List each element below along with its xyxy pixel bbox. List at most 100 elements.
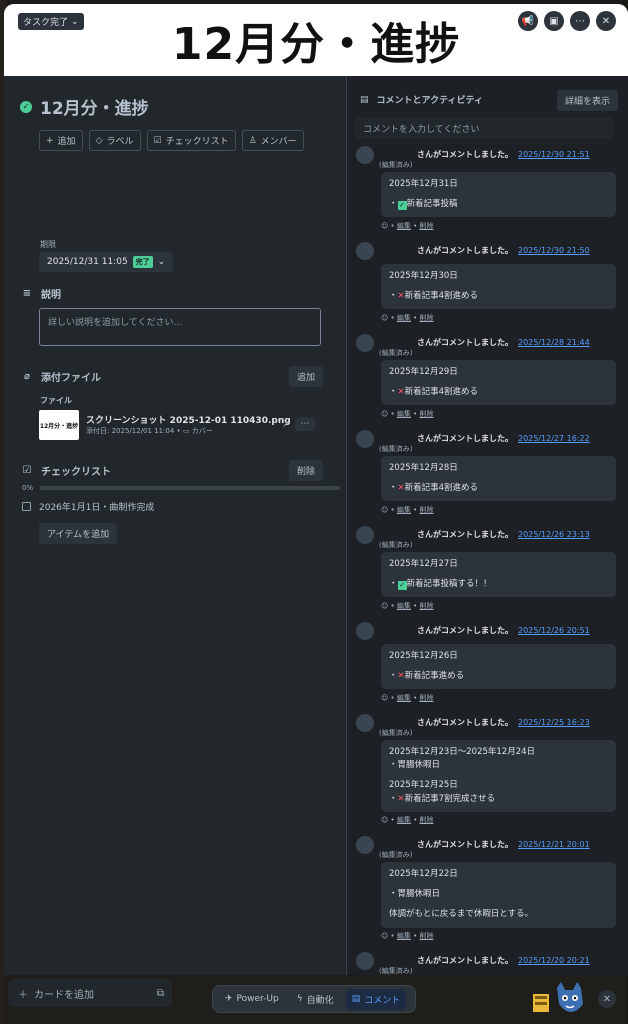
edit-link[interactable]: 編集	[397, 932, 411, 940]
comment-actions: ☺ • 編集 • 削除	[381, 602, 434, 610]
list-status-dropdown[interactable]: タスク完了 ⌄	[18, 13, 84, 30]
person-icon: ♙	[248, 135, 257, 146]
action-chip[interactable]: ☑ チェックリスト	[146, 130, 236, 151]
action-chip[interactable]: + 追加	[39, 130, 83, 151]
comment-line: 2025年12月28日	[389, 462, 608, 475]
avatar[interactable]	[356, 146, 374, 164]
toolbar-powerup-button[interactable]: ✈ Power-Up	[219, 990, 285, 1008]
checklist-icon: ☑	[153, 135, 162, 146]
comment-input[interactable]: コメントを入力してください	[355, 117, 613, 139]
delete-link[interactable]: 削除	[420, 410, 434, 418]
description-input[interactable]: 詳しい説明を追加してください…	[39, 308, 321, 346]
comment-line: ・✕新着記事進める	[389, 671, 465, 682]
avatar[interactable]	[356, 526, 374, 544]
delete-link[interactable]: 削除	[420, 222, 434, 230]
image-icon[interactable]: ▣	[544, 11, 564, 31]
attachment-thumbnail[interactable]: 12月分・進捗	[39, 410, 79, 440]
megaphone-icon[interactable]: 📢	[518, 11, 538, 31]
card-details-panel: ✓ 12月分・進捗 + 追加 ◇ ラベル ☑ チェックリスト ♙ メンバー 期限 2025/1…	[4, 76, 346, 975]
attachment-name[interactable]: スクリーンショット 2025-12-01 110430.png	[86, 413, 291, 426]
comment-line: 2025年12月27日	[389, 558, 608, 571]
comment-date-link[interactable]: 2025/12/26 20:51	[518, 626, 590, 635]
comment-header: さんがコメントしました。 2025/12/26 20:51	[387, 625, 590, 636]
add-attachment-button[interactable]: 追加	[289, 366, 324, 387]
emoji-reaction-icon[interactable]: ☺	[381, 506, 388, 514]
emoji-reaction-icon[interactable]: ☺	[381, 602, 388, 610]
delete-link[interactable]: 削除	[420, 694, 434, 702]
comment-text: 新着記事投稿	[406, 199, 458, 210]
add-card-button[interactable]: ＋ カードを追加 ⧉	[8, 979, 172, 1007]
avatar[interactable]	[356, 836, 374, 854]
edit-link[interactable]: 編集	[397, 694, 411, 702]
comment-header: さんがコメントしました。 2025/12/28 21:44	[387, 337, 590, 348]
comment-actions: ☺ • 編集 • 削除	[381, 694, 434, 702]
comment-text: 新着記事投稿する！！	[406, 579, 492, 590]
close-icon[interactable]: ✕	[598, 990, 616, 1008]
comment-suffix: さんがコメントしました。	[417, 530, 513, 539]
comment-line: ・✕新着記事4割進める	[389, 483, 479, 494]
comment-line: 2025年12月26日	[389, 650, 608, 663]
comment-date-link[interactable]: 2025/12/30 21:50	[518, 246, 590, 255]
add-item-button[interactable]: アイテムを追加	[39, 523, 118, 544]
emoji-reaction-icon[interactable]: ☺	[381, 222, 388, 230]
avatar[interactable]	[356, 714, 374, 732]
delete-link[interactable]: 削除	[420, 932, 434, 940]
delete-checklist-button[interactable]: 削除	[289, 460, 324, 481]
avatar[interactable]	[356, 334, 374, 352]
comment-date-link[interactable]: 2025/12/30 21:51	[518, 150, 590, 159]
checklist-item[interactable]: 2026年1月1日・曲制作完成	[22, 500, 154, 513]
comment-suffix: さんがコメントしました。	[417, 956, 513, 965]
toolbar-automation-button[interactable]: ϟ 自動化	[291, 989, 340, 1010]
delete-link[interactable]: 削除	[420, 816, 434, 824]
delete-link[interactable]: 削除	[420, 506, 434, 514]
edit-link[interactable]: 編集	[397, 602, 411, 610]
edit-link[interactable]: 編集	[397, 506, 411, 514]
emoji-reaction-icon[interactable]: ☺	[381, 816, 388, 824]
attachment-more-button[interactable]: ⋯	[295, 417, 315, 431]
comment-date-link[interactable]: 2025/12/20 20:21	[518, 956, 590, 965]
comment-date-link[interactable]: 2025/12/26 23:13	[518, 530, 590, 539]
template-icon[interactable]: ⧉	[157, 988, 164, 999]
edit-link[interactable]: 編集	[397, 314, 411, 322]
more-icon[interactable]: ⋯	[570, 11, 590, 31]
comment-date-link[interactable]: 2025/12/21 20:01	[518, 840, 590, 849]
comment-line: ・✕新着記事4割進める	[389, 291, 479, 302]
edit-link[interactable]: 編集	[397, 222, 411, 230]
edited-label: (編集済み)	[379, 349, 413, 357]
edit-link[interactable]: 編集	[397, 410, 411, 418]
complete-check-icon[interactable]: ✓	[20, 100, 32, 113]
close-icon[interactable]: ✕	[596, 11, 616, 31]
attachments-section-header: ⌀ 添付ファイル	[22, 369, 101, 384]
edit-link[interactable]: 編集	[397, 816, 411, 824]
avatar[interactable]	[356, 430, 374, 448]
comment-suffix: さんがコメントしました。	[417, 246, 513, 255]
comment-header: さんがコメントしました。 2025/12/30 21:50	[387, 245, 590, 256]
comment-date-link[interactable]: 2025/12/28 21:44	[518, 338, 590, 347]
comment-text: 新着記事進める	[404, 671, 465, 682]
avatar[interactable]	[356, 952, 374, 970]
card-title[interactable]: 12月分・進捗	[40, 94, 149, 119]
avatar[interactable]	[356, 622, 374, 640]
emoji-reaction-icon[interactable]: ☺	[381, 694, 388, 702]
avatar[interactable]	[356, 242, 374, 260]
comment-text: 2025年12月28日	[389, 463, 458, 473]
comment-date-link[interactable]: 2025/12/25 16:23	[518, 718, 590, 727]
edited-label: (編集済み)	[379, 851, 413, 859]
emoji-reaction-icon[interactable]: ☺	[381, 314, 388, 322]
open-external-icon[interactable]: ↗	[282, 420, 290, 430]
toolbar-comments-button[interactable]: ▤ コメント	[345, 988, 407, 1010]
emoji-reaction-icon[interactable]: ☺	[381, 410, 388, 418]
delete-link[interactable]: 削除	[420, 314, 434, 322]
checklist-item-label[interactable]: 2026年1月1日・曲制作完成	[39, 500, 154, 513]
comment-header: さんがコメントしました。 2025/12/27 16:22	[387, 433, 590, 444]
action-chip[interactable]: ♙ メンバー	[241, 130, 304, 151]
emoji-reaction-icon[interactable]: ☺	[381, 932, 388, 940]
action-chip[interactable]: ◇ ラベル	[88, 130, 141, 151]
due-date-button[interactable]: 2025/12/31 11:05 完了 ⌄	[39, 252, 174, 272]
comment-actions: ☺ • 編集 • 削除	[381, 222, 434, 230]
comment-date-link[interactable]: 2025/12/27 16:22	[518, 434, 590, 443]
delete-link[interactable]: 削除	[420, 602, 434, 610]
toolbar-label: コメント	[364, 995, 401, 1006]
checkbox[interactable]	[22, 502, 31, 511]
show-details-button[interactable]: 詳細を表示	[556, 90, 618, 111]
